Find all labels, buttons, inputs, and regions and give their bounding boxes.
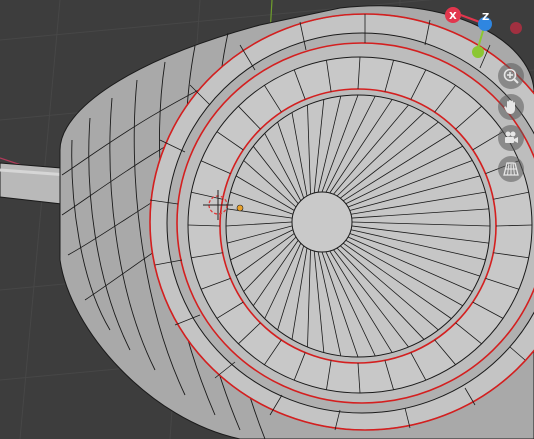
perspective-toggle-button[interactable]	[498, 156, 524, 182]
gizmo-y[interactable]	[472, 46, 484, 58]
mug-bottom[interactable]	[225, 94, 491, 358]
pan-button[interactable]	[498, 94, 524, 120]
camera-view-button[interactable]	[498, 125, 524, 151]
hand-icon	[504, 100, 515, 114]
camera-icon	[505, 131, 518, 143]
grid-perspective-icon	[503, 162, 519, 176]
zoom-button[interactable]	[498, 63, 524, 89]
zoom-icon	[503, 68, 519, 84]
3d-viewport[interactable]: Z X	[0, 0, 534, 439]
gizmo-z-label: Z	[482, 12, 489, 23]
gizmo-x-label: X	[449, 11, 457, 22]
gizmo-neg-x[interactable]	[510, 22, 522, 34]
object-origin	[236, 204, 244, 212]
